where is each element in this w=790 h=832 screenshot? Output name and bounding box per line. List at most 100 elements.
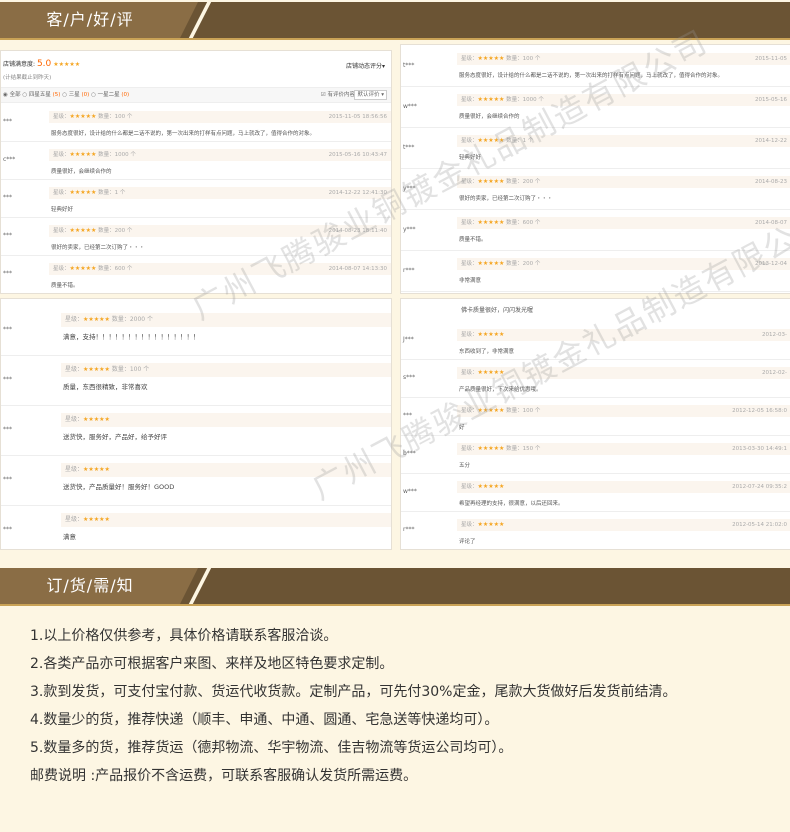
sort-dropdown[interactable]: 店铺动态评分▾ bbox=[346, 61, 385, 70]
default-sort-select[interactable]: 默认评价 ▾ bbox=[354, 90, 387, 100]
sort-label: 店铺动态评分 bbox=[345, 63, 382, 70]
rating-label: 星级： bbox=[53, 266, 70, 272]
notice-line: 4.数量少的货，推荐快递（顺丰、申通、中通、圆通、宅急送等快递均可）。 bbox=[30, 712, 499, 728]
rating-label: 星级： bbox=[461, 220, 478, 226]
rating-stars-icon: ★★★★★ bbox=[477, 483, 505, 490]
review-user: *** bbox=[3, 326, 12, 333]
rating-label: 星级： bbox=[461, 408, 478, 414]
notice-line: 1.以上价格仅供参考，具体价格请联系客服洽谈。 bbox=[30, 628, 338, 644]
review-qty: 数量：100 个 bbox=[506, 408, 541, 414]
score-stars-icon: ★★★★★ bbox=[53, 61, 81, 68]
review-user: t*** bbox=[403, 144, 415, 151]
review-text: 送货快，服务好，产品好，给予好评 bbox=[63, 433, 167, 441]
review-qty: 数量：600 个 bbox=[506, 220, 541, 226]
filter-1-2[interactable]: ○ 一星二星 (0) bbox=[91, 92, 129, 98]
review-qty: 数量：1 个 bbox=[506, 138, 534, 144]
has-content-checkbox[interactable]: ☑ 有评价内容 bbox=[321, 88, 355, 102]
review-user: *** bbox=[3, 426, 12, 433]
review-user: *** bbox=[3, 270, 12, 277]
review-date: 2012-07-24 09:35:2 bbox=[732, 484, 787, 490]
review-meta: 星级：★★★★★ bbox=[61, 513, 391, 527]
review-user: *** bbox=[3, 526, 12, 533]
review-row: J*** 星级：★★★★★ 2012-03- 东西收到了，非常满意 bbox=[401, 321, 790, 360]
rating-stars-icon: ★★★★★ bbox=[69, 113, 97, 120]
rating-stars-icon: ★★★★★ bbox=[477, 55, 505, 62]
review-meta: 星级：★★★★★ bbox=[61, 463, 391, 477]
review-date: 2014-12-22 bbox=[755, 138, 787, 144]
review-panel-top-right: t*** 星级：★★★★★ 数量：100 个 2015-11-05 服务态度很好，设计… bbox=[400, 44, 790, 294]
review-row: *** 星级：★★★★★ 送货快，产品质量好！服务好！GOOD bbox=[1, 455, 391, 506]
notice-line: 3.款到发货，可支付宝付款、货运代收货款。定制产品，可先付30%定金，尾款大货做… bbox=[30, 684, 677, 700]
review-date: 2015-05-16 10:43:47 bbox=[328, 152, 387, 158]
rating-stars-icon: ★★★★★ bbox=[83, 466, 110, 473]
review-qty: 数量：150 个 bbox=[506, 446, 541, 452]
review-meta: 星级：★★★★★ 数量：200 个 2014-08-23 18:11:40 bbox=[49, 225, 391, 237]
review-text: 产品质量很好，下次来给优惠哦。 bbox=[459, 387, 542, 393]
review-date: 2012-12-05 16:58:0 bbox=[732, 408, 787, 414]
review-row: *** 星级：★★★★★ 数量：600 个 2014-08-07 14:13:30 质… bbox=[1, 255, 391, 293]
review-row: y*** 星级：★★★★★ 数量：600 个 2014-08-07 质量不错。 bbox=[401, 209, 790, 251]
rating-label: 星级： bbox=[461, 446, 478, 452]
review-meta: 星级：★★★★★ 2012-07-24 09:35:2 bbox=[457, 481, 790, 493]
rating-label: 星级： bbox=[53, 190, 70, 196]
review-text: 轻典好好 bbox=[459, 155, 482, 161]
review-text: 很好的卖家，已经第二次订购了・・・ bbox=[459, 196, 553, 202]
reviews-section-title: 客/户/好/评 bbox=[0, 2, 198, 38]
review-meta: 星级：★★★★★ 2012-03- bbox=[457, 329, 790, 341]
review-meta: 星级：★★★★★ 数量：200 个 2013-12-04 bbox=[457, 258, 790, 270]
review-meta: 星级：★★★★★ 数量：1 个 2014-12-22 bbox=[457, 135, 790, 147]
review-user: w*** bbox=[403, 103, 417, 110]
notice-list: 1.以上价格仅供参考，具体价格请联系客服洽谈。 2.各类产品亦可根据客户来图、来… bbox=[30, 622, 676, 790]
rating-label: 星级： bbox=[461, 97, 478, 103]
review-user: *** bbox=[3, 232, 12, 239]
review-user: r*** bbox=[403, 526, 415, 533]
review-qty: 数量：200 个 bbox=[506, 179, 541, 185]
review-qty: 数量：100 个 bbox=[506, 56, 541, 62]
rating-stars-icon: ★★★★★ bbox=[69, 189, 97, 196]
score-hint: (计结果截止到昨天) bbox=[3, 75, 52, 81]
rating-stars-icon: ★★★★★ bbox=[69, 227, 97, 234]
rating-stars-icon: ★★★★★ bbox=[477, 137, 505, 144]
review-row: s*** 星级：★★★★★ 2012-02- 产品质量很好，下次来给优惠哦。 bbox=[401, 359, 790, 398]
rating-stars-icon: ★★★★★ bbox=[477, 178, 505, 185]
review-row: *** 星级：★★★★★ 数量：2000 个满意，支持！！！！！！！！！！！！！！… bbox=[1, 305, 391, 356]
review-qty: 数量：200 个 bbox=[506, 261, 541, 267]
rating-stars-icon: ★★★★★ bbox=[477, 521, 505, 528]
review-user: *** bbox=[3, 194, 12, 201]
review-text: 很好的卖家，已经第二次订购了・・・ bbox=[51, 245, 145, 251]
rating-stars-icon: ★★★★★ bbox=[83, 316, 110, 323]
review-row: r*** 星级：★★★★★ 数量：200 个 2013-12-04 非常满意 bbox=[401, 250, 790, 292]
rating-label: 星级： bbox=[461, 332, 478, 338]
review-user: r*** bbox=[403, 267, 415, 274]
notice-line: 2.各类产品亦可根据客户来图、来样及地区特色要求定制。 bbox=[30, 656, 394, 672]
review-row: *** 星级：★★★★★ 满意 bbox=[1, 505, 391, 549]
review-text: 好 bbox=[459, 425, 465, 431]
review-user: s*** bbox=[403, 374, 416, 381]
review-text: 满意，支持！！！！！！！！！！！！！！！！ bbox=[63, 333, 200, 341]
review-row: *** 星级：★★★★★ 数量：1 个 2014-12-22 12:41:30 轻典好… bbox=[1, 179, 391, 218]
review-meta: 星级：★★★★★ 数量：2000 个 bbox=[61, 313, 391, 327]
review-panel-bottom-left: *** 星级：★★★★★ 数量：2000 个满意，支持！！！！！！！！！！！！！！… bbox=[0, 298, 392, 550]
rating-stars-icon: ★★★★★ bbox=[477, 96, 505, 103]
review-date: 2015-11-05 18:56:56 bbox=[328, 114, 387, 120]
filter-all[interactable]: ◉ 全部 bbox=[3, 92, 21, 98]
review-text: 轻典好好 bbox=[51, 207, 74, 213]
review-row: t*** 星级：★★★★★ 数量：1 个 2014-12-22 轻典好好 bbox=[401, 127, 790, 169]
filter-3[interactable]: ○ 三星 (0) bbox=[62, 92, 89, 98]
review-text: 非常满意 bbox=[459, 278, 482, 284]
review-text: 佛卡质量很好，闪闪发光喔 bbox=[461, 307, 534, 314]
review-text: 质量很好，会继续合作的 bbox=[459, 114, 520, 120]
review-qty: 数量：1000 个 bbox=[506, 97, 544, 103]
review-row: y*** 星级：★★★★★ 数量：200 个 2014-08-23 很好的卖家，已经第… bbox=[401, 168, 790, 210]
rating-stars-icon: ★★★★★ bbox=[477, 331, 505, 338]
review-text: 质量很好，会继续合作的 bbox=[51, 169, 112, 175]
review-row: *** 星级：★★★★★ 数量：100 个质量，东西很精致，非常喜欢 bbox=[1, 355, 391, 406]
review-qty: 数量：200 个 bbox=[98, 228, 133, 234]
review-row: *** 星级：★★★★★ 送货快，服务好，产品好，给予好评 bbox=[1, 405, 391, 456]
review-date: 2015-05-16 bbox=[755, 97, 787, 103]
review-user: b*** bbox=[403, 450, 416, 457]
review-text: 质量，东西很精致，非常喜欢 bbox=[63, 383, 148, 391]
rating-label: 星级： bbox=[461, 179, 478, 185]
rating-label: 星级： bbox=[65, 416, 84, 423]
filter-4-5[interactable]: ○ 四星五星 (5) bbox=[22, 92, 60, 98]
